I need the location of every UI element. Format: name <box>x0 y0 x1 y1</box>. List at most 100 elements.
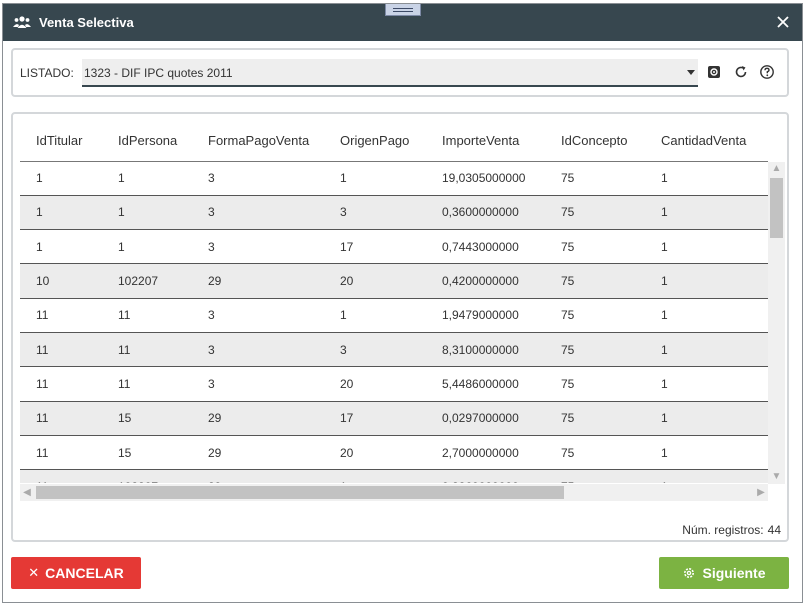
table-cell: 1 <box>324 469 426 483</box>
column-header[interactable]: IdPersona <box>102 121 192 162</box>
table-row[interactable]: 1 1 3 3 0,3600000000 75 1 <box>20 195 768 231</box>
drag-handle[interactable] <box>385 4 421 16</box>
window-title: Venta Selectiva <box>39 15 134 30</box>
settings-box-icon[interactable] <box>706 64 722 80</box>
table-cell: 75 <box>545 332 645 368</box>
table-cell: 29 <box>192 401 324 436</box>
table-cell: 75 <box>545 298 645 333</box>
table-cell: 10 <box>20 263 102 299</box>
table-cell: 5,4486000000 <box>426 366 545 402</box>
table-cell: 1 <box>645 161 768 196</box>
table-cell: 17 <box>324 401 426 436</box>
table-row[interactable]: 1 1 3 17 0,7443000000 75 1 <box>20 229 768 265</box>
data-table: IdTitular IdPersona FormaPagoVenta Orige… <box>20 121 768 483</box>
table-cell: 1 <box>20 195 102 231</box>
table-cell: 1 <box>20 229 102 265</box>
cancel-button[interactable]: ✕ CANCELAR <box>11 557 141 589</box>
table-row[interactable]: 11 11 3 1 1,9479000000 75 1 <box>20 298 768 333</box>
table-cell: 1 <box>645 298 768 333</box>
table-cell: 1 <box>20 161 102 196</box>
table-row[interactable]: 10 102207 29 20 0,4200000000 75 1 <box>20 263 768 299</box>
scroll-up-icon[interactable]: ▲ <box>768 162 785 176</box>
table-cell: 75 <box>545 229 645 265</box>
table-row[interactable]: 11 11 3 3 8,3100000000 75 1 <box>20 332 768 368</box>
refresh-icon[interactable] <box>733 64 749 80</box>
table-cell: 75 <box>545 366 645 402</box>
table-cell: 11 <box>20 366 102 402</box>
help-icon[interactable] <box>759 64 775 80</box>
table-row[interactable]: 1 1 3 1 19,0305000000 75 1 <box>20 161 768 196</box>
gear-icon <box>684 568 695 578</box>
next-button[interactable]: Siguiente <box>659 557 789 589</box>
table-cell: 1 <box>102 229 192 265</box>
scroll-down-icon[interactable]: ▼ <box>768 470 785 484</box>
table-cell: 29 <box>192 263 324 299</box>
table-cell: 2,7000000000 <box>426 435 545 471</box>
table-cell: 1 <box>645 401 768 436</box>
column-header[interactable]: OrigenPago <box>324 121 426 162</box>
table-cell: 75 <box>545 401 645 436</box>
table-cell: 1 <box>645 332 768 368</box>
table-cell: 29 <box>192 469 324 483</box>
table-cell: 15 <box>102 435 192 471</box>
table-cell: 3 <box>324 332 426 368</box>
table-cell: 1 <box>645 195 768 231</box>
cancel-button-label: CANCELAR <box>45 565 124 581</box>
table-cell: 11 <box>102 332 192 368</box>
table-cell: 1 <box>102 195 192 231</box>
table-cell: 11 <box>102 366 192 402</box>
table-row[interactable]: 11 15 29 20 2,7000000000 75 1 <box>20 435 768 471</box>
table-cell: 11 <box>20 435 102 471</box>
scroll-right-icon[interactable]: ▶ <box>754 484 768 501</box>
table-cell: 0,0297000000 <box>426 401 545 436</box>
column-header[interactable]: CantidadVenta <box>645 121 768 162</box>
data-grid: IdTitular IdPersona FormaPagoVenta Orige… <box>20 121 768 483</box>
listado-dropdown[interactable]: 1323 - DIF IPC quotes 2011 <box>82 59 698 87</box>
vertical-scroll-thumb[interactable] <box>770 178 783 238</box>
table-cell: 3 <box>192 229 324 265</box>
table-cell: 75 <box>545 469 645 483</box>
column-header[interactable]: ImporteVenta <box>426 121 545 162</box>
table-cell: 11 <box>102 298 192 333</box>
table-cell: 20 <box>324 263 426 299</box>
table-row[interactable]: 11 11 3 20 5,4486000000 75 1 <box>20 366 768 402</box>
table-cell: 29 <box>192 435 324 471</box>
table-cell: 11 <box>20 401 102 436</box>
table-cell: 75 <box>545 435 645 471</box>
close-icon[interactable] <box>774 13 792 31</box>
horizontal-scrollbar[interactable]: ◀ ▶ <box>20 484 768 501</box>
table-cell: 1 <box>645 263 768 299</box>
table-cell: 17 <box>324 229 426 265</box>
table-cell: 15 <box>102 401 192 436</box>
table-cell: 75 <box>545 161 645 196</box>
table-row[interactable]: 11 15 29 17 0,0297000000 75 1 <box>20 401 768 436</box>
column-header[interactable]: FormaPagoVenta <box>192 121 324 162</box>
next-button-label: Siguiente <box>702 565 766 581</box>
table-cell: 1 <box>645 366 768 402</box>
table-cell: 3 <box>192 332 324 368</box>
users-icon <box>13 16 31 28</box>
table-cell: 75 <box>545 195 645 231</box>
table-row[interactable]: 111022072910,2260000000751 <box>20 469 768 483</box>
table-cell: 3 <box>192 298 324 333</box>
close-icon: ✕ <box>28 565 40 580</box>
table-cell: 11 <box>20 469 102 483</box>
table-cell: 1 <box>324 298 426 333</box>
vertical-scrollbar[interactable]: ▲ ▼ <box>768 162 785 484</box>
column-header[interactable]: IdTitular <box>20 121 102 162</box>
record-count: Núm. registros: 44 <box>678 523 781 537</box>
table-cell: 1 <box>324 161 426 196</box>
table-cell: 20 <box>324 366 426 402</box>
table-cell: 0,3600000000 <box>426 195 545 231</box>
listado-label: LISTADO: <box>20 66 74 80</box>
scroll-left-icon[interactable]: ◀ <box>20 484 34 501</box>
table-cell: 20 <box>324 435 426 471</box>
data-grid-panel: IdTitular IdPersona FormaPagoVenta Orige… <box>11 112 789 542</box>
table-cell: 1 <box>645 469 768 483</box>
horizontal-scroll-thumb[interactable] <box>36 486 564 499</box>
table-cell: 75 <box>545 263 645 299</box>
table-cell: 8,3100000000 <box>426 332 545 368</box>
table-cell: 11 <box>20 332 102 368</box>
column-header[interactable]: IdConcepto <box>545 121 645 162</box>
table-cell: 0,2260000000 <box>426 469 545 483</box>
